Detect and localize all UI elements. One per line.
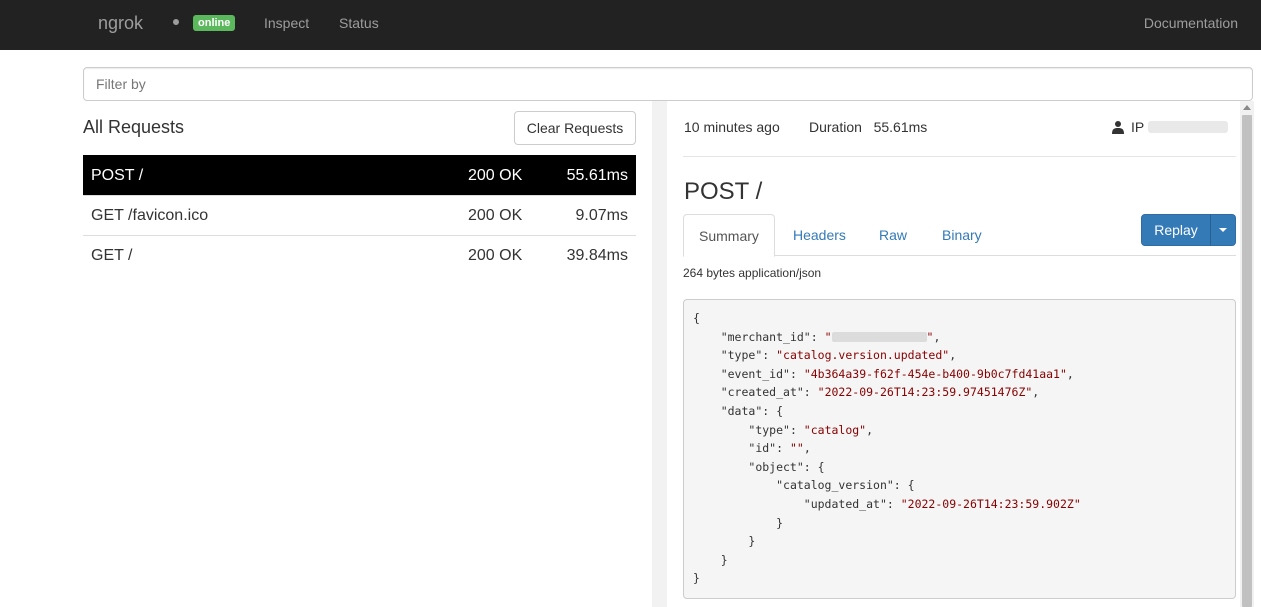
tab-headers[interactable]: Headers	[778, 214, 861, 256]
status-dot-icon	[173, 19, 179, 25]
divider	[683, 156, 1236, 157]
table-row[interactable]: GET / 200 OK 39.84ms	[83, 235, 636, 275]
user-icon	[1112, 121, 1124, 134]
nav-documentation-link[interactable]: Documentation	[1144, 14, 1238, 32]
requests-table: POST / 200 OK 55.61ms GET /favicon.ico 2…	[83, 155, 636, 275]
duration-value: 55.61ms	[873, 119, 928, 135]
ip-label: IP	[1131, 119, 1145, 135]
replay-button[interactable]: Replay	[1141, 214, 1211, 246]
request-status: 200 OK	[468, 167, 523, 184]
clear-requests-button[interactable]: Clear Requests	[514, 111, 636, 145]
merchant-id-redacted	[831, 331, 927, 342]
request-title: POST /	[684, 178, 763, 205]
body-info: 264 bytes application/json	[683, 266, 822, 280]
status-badge: online	[193, 15, 236, 31]
table-row[interactable]: GET /favicon.ico 200 OK 9.07ms	[83, 195, 636, 235]
filter-input[interactable]	[83, 67, 1253, 101]
tab-raw[interactable]: Raw	[864, 214, 922, 256]
request-status: 200 OK	[468, 247, 523, 264]
scroll-up-icon[interactable]	[1243, 105, 1251, 110]
client-ip: IP	[1111, 118, 1229, 136]
duration-label: Duration	[809, 119, 862, 135]
requests-title: All Requests	[83, 117, 185, 137]
table-row[interactable]: POST / 200 OK 55.61ms	[83, 155, 636, 195]
request-status: 200 OK	[468, 207, 523, 224]
request-path: GET /favicon.ico	[91, 207, 209, 224]
request-path: POST /	[91, 167, 144, 184]
request-duration: 39.84ms	[566, 247, 628, 264]
tab-binary[interactable]: Binary	[927, 214, 997, 256]
scrollbar[interactable]	[1240, 101, 1254, 607]
ip-redacted	[1148, 121, 1229, 133]
brand-logo[interactable]: ngrok	[98, 13, 143, 33]
request-duration: 9.07ms	[575, 207, 628, 224]
request-path: GET /	[91, 247, 133, 264]
replay-options-chevron-down-icon[interactable]	[1210, 214, 1236, 246]
nav-inspect-link[interactable]: Inspect	[264, 14, 309, 32]
nav-status-link[interactable]: Status	[339, 14, 379, 32]
top-navbar: ngrok online Inspect Status Documentatio…	[0, 0, 1261, 50]
request-duration: 55.61ms	[566, 167, 628, 184]
json-body: { "merchant_id": " ", "type": "catalog.ve…	[683, 299, 1236, 599]
panel-splitter[interactable]	[652, 101, 667, 607]
tab-summary[interactable]: Summary	[683, 214, 775, 257]
request-duration-meta: Duration 55.61ms	[809, 118, 927, 136]
request-time-ago: 10 minutes ago	[684, 119, 780, 135]
scrollbar-thumb[interactable]	[1242, 115, 1252, 607]
